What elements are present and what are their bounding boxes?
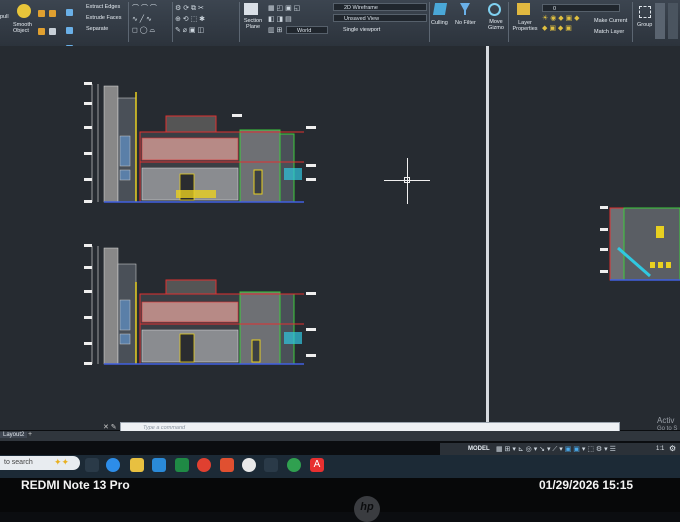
- layout-tab-bar: Layout2 +: [0, 431, 680, 441]
- move-gizmo-icon[interactable]: [488, 3, 501, 16]
- named-view-dropdown[interactable]: Unsaved View: [333, 14, 427, 22]
- tab-layout2[interactable]: Layout2: [0, 432, 28, 438]
- chrome-icon[interactable]: [197, 458, 211, 472]
- file-explorer-icon[interactable]: [130, 458, 144, 472]
- chrome-profile-icon[interactable]: [287, 458, 301, 472]
- no-filter-dropdown[interactable]: No Filter: [455, 20, 476, 26]
- layer-tools-icons[interactable]: ☀ ◉ ◆ ▣ ◆ ◆ ▣ ◆ ▣: [542, 14, 580, 34]
- app-icon-dark[interactable]: [264, 458, 278, 472]
- ribbon-separator: [429, 2, 430, 42]
- ucs-dropdown[interactable]: World: [286, 26, 328, 34]
- autocad-icon[interactable]: A: [310, 458, 324, 472]
- move-gizmo-button[interactable]: Move Gizmo: [485, 19, 507, 31]
- hp-logo: hp: [354, 496, 380, 522]
- photo-timestamp: 01/29/2026 15:15: [539, 478, 634, 492]
- culling-button[interactable]: Culling: [431, 20, 448, 26]
- smooth-object-icon[interactable]: [17, 4, 31, 18]
- ribbon-panel-icons[interactable]: [655, 3, 665, 39]
- photos-icon[interactable]: [152, 458, 166, 472]
- copilot-icon: ✦✦: [54, 457, 70, 467]
- extract-edges-button[interactable]: Extract Edges: [86, 4, 120, 10]
- app-icon-white[interactable]: [242, 458, 256, 472]
- match-layer-button[interactable]: Match Layer: [594, 29, 624, 35]
- building-elevation-lower: [84, 244, 316, 365]
- taskbar-search-box[interactable]: to search ✦✦: [0, 456, 80, 470]
- ribbon-separator: [128, 2, 129, 42]
- building-elevation-upper: [84, 82, 316, 203]
- make-current-button[interactable]: Make Current: [594, 18, 627, 24]
- layer-properties-icon[interactable]: [517, 3, 530, 15]
- section-plane-button[interactable]: Section Plane: [241, 18, 265, 30]
- pull-label[interactable]: pull: [0, 14, 9, 20]
- ribbon: pull Smooth Object Extract Edges Extrude…: [0, 0, 680, 53]
- edge-icon[interactable]: [106, 458, 120, 472]
- extrude-faces-button[interactable]: Extrude Faces: [86, 15, 121, 21]
- visual-style-dropdown[interactable]: 2D Wireframe: [333, 3, 427, 11]
- task-view-icon[interactable]: [85, 458, 99, 472]
- app-icon-red[interactable]: [220, 458, 234, 472]
- culling-icon[interactable]: [432, 3, 448, 15]
- smooth-object-button[interactable]: Smooth Object: [13, 22, 37, 34]
- windows-taskbar: [0, 455, 680, 480]
- excel-icon[interactable]: [175, 458, 189, 472]
- modify-tools-icons[interactable]: ⚙ ⟳ ⧉ ✂ ⊕ ⟲ ⬚ ✱ ✎ ⌀ ▣ ◫: [175, 3, 205, 36]
- filter-icon[interactable]: [460, 3, 470, 15]
- taskbar-search-text: to search: [4, 459, 33, 466]
- device-watermark: REDMI Note 13 Pro: [21, 478, 130, 492]
- layer-dropdown[interactable]: 0: [542, 4, 620, 12]
- activation-watermark: Activ: [657, 416, 675, 425]
- model-space-button[interactable]: MODEL: [468, 446, 490, 452]
- customize-icon[interactable]: ⚙: [669, 444, 676, 453]
- draw-tools-icons[interactable]: ⌒ ⌒ ⌒ ∿ ╱ ∿ ◻ ◯ ⌓: [132, 3, 157, 36]
- ribbon-panel-icons[interactable]: [668, 3, 678, 39]
- annotation-scale[interactable]: 1:1: [656, 446, 664, 452]
- add-layout-icon[interactable]: +: [28, 431, 32, 438]
- crosshair-pickbox: [404, 177, 410, 183]
- ribbon-separator: [239, 2, 240, 42]
- group-icon[interactable]: [639, 6, 651, 18]
- command-line-tools-icon[interactable]: ✕ ✎: [103, 423, 117, 431]
- separate-button[interactable]: Separate: [86, 26, 108, 32]
- viewport-divider[interactable]: [486, 46, 489, 430]
- viewport-config-dropdown[interactable]: Single viewport: [343, 27, 380, 33]
- building-elevation-partial: [600, 206, 680, 281]
- status-toggle-icons[interactable]: ▦ ⊞ ▾ ⊾ ◎ ▾ ↘ ▾ ⟋ ▾ ▣ ▣ ▾ ⬚ ⚙ ▾ ☰: [496, 445, 616, 454]
- ribbon-separator: [508, 2, 509, 42]
- ribbon-separator: [172, 2, 173, 42]
- section-plane-icon[interactable]: [244, 3, 258, 15]
- ribbon-separator: [632, 2, 633, 42]
- layer-properties-button[interactable]: Layer Properties: [511, 20, 539, 32]
- group-button[interactable]: Group: [637, 22, 652, 28]
